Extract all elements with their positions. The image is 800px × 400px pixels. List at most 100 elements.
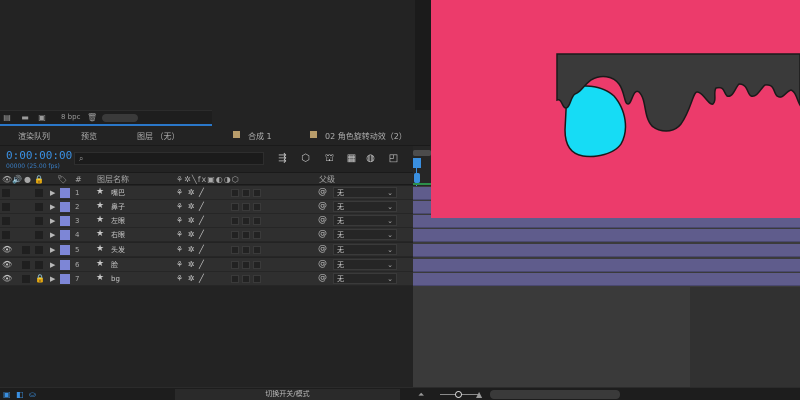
layer-row[interactable]: ▶ 1 ★ 嘴巴 ⚘ ✲ ╱ @ 无 ⌄ [0,186,413,200]
parent-pickwhip-icon[interactable]: @ [318,187,327,198]
graph-editor-icon[interactable]: ◰ [387,152,400,165]
layer-name[interactable]: 鼻子 [111,202,125,212]
tab-layer[interactable]: 图层 （无） [137,131,180,142]
parent-dropdown[interactable]: 无 ⌄ [333,244,397,255]
layer-switches[interactable]: ⚘ ✲ ╱ [176,274,205,284]
switch-box[interactable] [231,261,239,269]
layer-label-color[interactable] [60,245,70,255]
switch-box[interactable] [253,275,261,283]
switch-box[interactable] [242,189,250,197]
solo-toggle[interactable] [22,275,30,283]
layer-switches[interactable]: ⚘ ✲ ╱ [176,216,205,226]
lock-toggle[interactable] [35,217,43,225]
motion-blur-icon[interactable]: ◍ [364,152,377,165]
switch-box[interactable] [242,203,250,211]
lock-toggle[interactable] [35,246,43,254]
expand-arrow-icon[interactable]: ▶ [50,274,55,284]
playhead-marker[interactable] [413,158,421,168]
layer-label-color[interactable] [60,230,70,240]
parent-pickwhip-icon[interactable]: @ [318,259,327,270]
lock-toggle[interactable] [35,261,43,269]
expand-arrow-icon[interactable]: ▶ [50,216,55,226]
switch-box[interactable] [242,217,250,225]
switch-box[interactable] [231,231,239,239]
eye-icon[interactable]: 👁 [2,260,12,270]
parent-pickwhip-icon[interactable]: @ [318,244,327,255]
layer-switches-pane-icon[interactable]: ▣ [3,390,11,399]
zoom-slider-handle[interactable] [455,391,462,398]
parent-column-header[interactable]: 父级 [319,174,335,185]
layer-switches[interactable]: ⚘ ✲ ╱ [176,230,205,240]
layer-label-color[interactable] [60,202,70,212]
layer-name-column-header[interactable]: 图层名称 [97,174,129,185]
layer-name[interactable]: 脸 [111,260,118,270]
layer-search-input[interactable]: ⌕ [74,152,264,165]
layer-label-color[interactable] [60,274,70,284]
zoom-in-icon[interactable]: ▲ [476,390,482,399]
switch-box[interactable] [242,275,250,283]
parent-pickwhip-icon[interactable]: @ [318,201,327,212]
tab-character-rotation[interactable]: 02 角色旋转动效（2） [325,131,407,142]
layer-label-color[interactable] [60,188,70,198]
comp-mini-flowchart-icon[interactable]: ⇶ [276,152,289,165]
switch-box[interactable] [231,246,239,254]
eye-icon[interactable]: 👁 [2,245,12,255]
layer-label-color[interactable] [60,260,70,270]
layer-row[interactable]: 👁 ▶ 6 ★ 脸 ⚘ ✲ ╱ @ 无 ⌄ [0,258,413,272]
layer-name[interactable]: 右眼 [111,230,125,240]
visibility-toggle[interactable] [2,217,10,225]
current-time-indicator[interactable] [414,173,420,183]
eye-icon[interactable]: 👁 [2,274,12,284]
parent-dropdown[interactable]: 无 ⌄ [333,229,397,240]
switch-box[interactable] [253,261,261,269]
layer-label-color[interactable] [60,216,70,226]
layer-row[interactable]: ▶ 2 ★ 鼻子 ⚘ ✲ ╱ @ 无 ⌄ [0,200,413,214]
switch-box[interactable] [242,246,250,254]
switch-box[interactable] [253,189,261,197]
expand-arrow-icon[interactable]: ▶ [50,245,55,255]
layer-switches[interactable]: ⚘ ✲ ╱ [176,188,205,198]
parent-pickwhip-icon[interactable]: @ [318,229,327,240]
visibility-toggle[interactable] [2,189,10,197]
layer-switches[interactable]: ⚘ ✲ ╱ [176,202,205,212]
zoom-out-icon[interactable]: ⏶ [418,390,424,399]
solo-column-icon[interactable]: ● [24,174,31,185]
parent-dropdown[interactable]: 无 ⌄ [333,273,397,284]
lock-icon[interactable]: 🔒 [35,274,45,284]
work-area-bar[interactable] [413,150,431,156]
label-column-icon[interactable]: 🏷 [57,174,67,185]
switch-box[interactable] [242,261,250,269]
project-scrollbar[interactable] [102,114,138,122]
expand-arrow-icon[interactable]: ▶ [50,230,55,240]
layer-name[interactable]: 嘴巴 [111,188,125,198]
parent-dropdown[interactable]: 无 ⌄ [333,259,397,270]
shy-layers-icon[interactable]: ⛫ [323,152,336,165]
layer-switches[interactable]: ⚘ ✲ ╱ [176,245,205,255]
layer-name[interactable]: 左眼 [111,216,125,226]
switch-box[interactable] [231,203,239,211]
tab-preview[interactable]: 预览 [81,131,97,142]
tab-composition-1[interactable]: 合成 1 [248,131,272,142]
audio-column-icon[interactable]: 🔊 [12,174,22,185]
switch-box[interactable] [242,231,250,239]
expand-arrow-icon[interactable]: ▶ [50,260,55,270]
interpret-footage-icon[interactable]: ▤ [2,113,12,122]
expand-arrow-icon[interactable]: ▶ [50,202,55,212]
switch-box[interactable] [253,231,261,239]
layer-duration-bar[interactable] [413,273,800,286]
number-column-header[interactable]: # [75,174,82,185]
draft-3d-icon[interactable]: ⬡ [299,152,312,165]
frame-blending-icon[interactable]: ▦ [345,152,358,165]
layer-duration-bar[interactable] [413,229,800,242]
switch-box[interactable] [253,217,261,225]
new-folder-icon[interactable]: ▬ [20,113,30,122]
switch-box[interactable] [253,246,261,254]
visibility-toggle[interactable] [2,203,10,211]
solo-toggle[interactable] [22,246,30,254]
layer-name[interactable]: bg [111,274,120,284]
trash-icon[interactable]: 🗑 [87,113,97,122]
visibility-column-icon[interactable]: 👁 [2,174,12,185]
solo-toggle[interactable] [22,261,30,269]
visibility-toggle[interactable] [2,231,10,239]
lock-toggle[interactable] [35,203,43,211]
